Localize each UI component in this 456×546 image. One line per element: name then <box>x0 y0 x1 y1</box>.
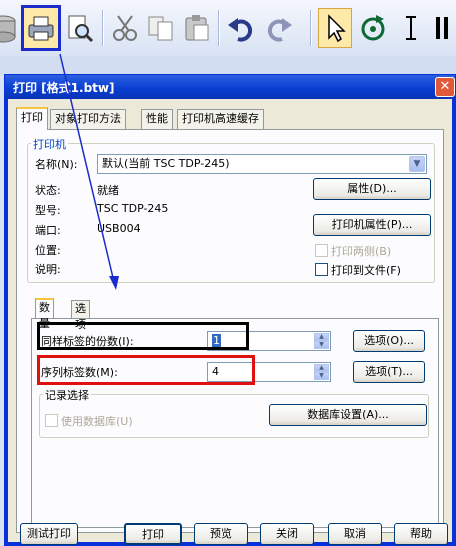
tab-print[interactable]: 打印 <box>16 107 48 130</box>
arrow-head-icon <box>109 276 119 290</box>
annotation-arrow <box>59 53 119 290</box>
tab-quantity[interactable]: 数量 <box>35 298 54 330</box>
arrow-line <box>59 53 115 283</box>
